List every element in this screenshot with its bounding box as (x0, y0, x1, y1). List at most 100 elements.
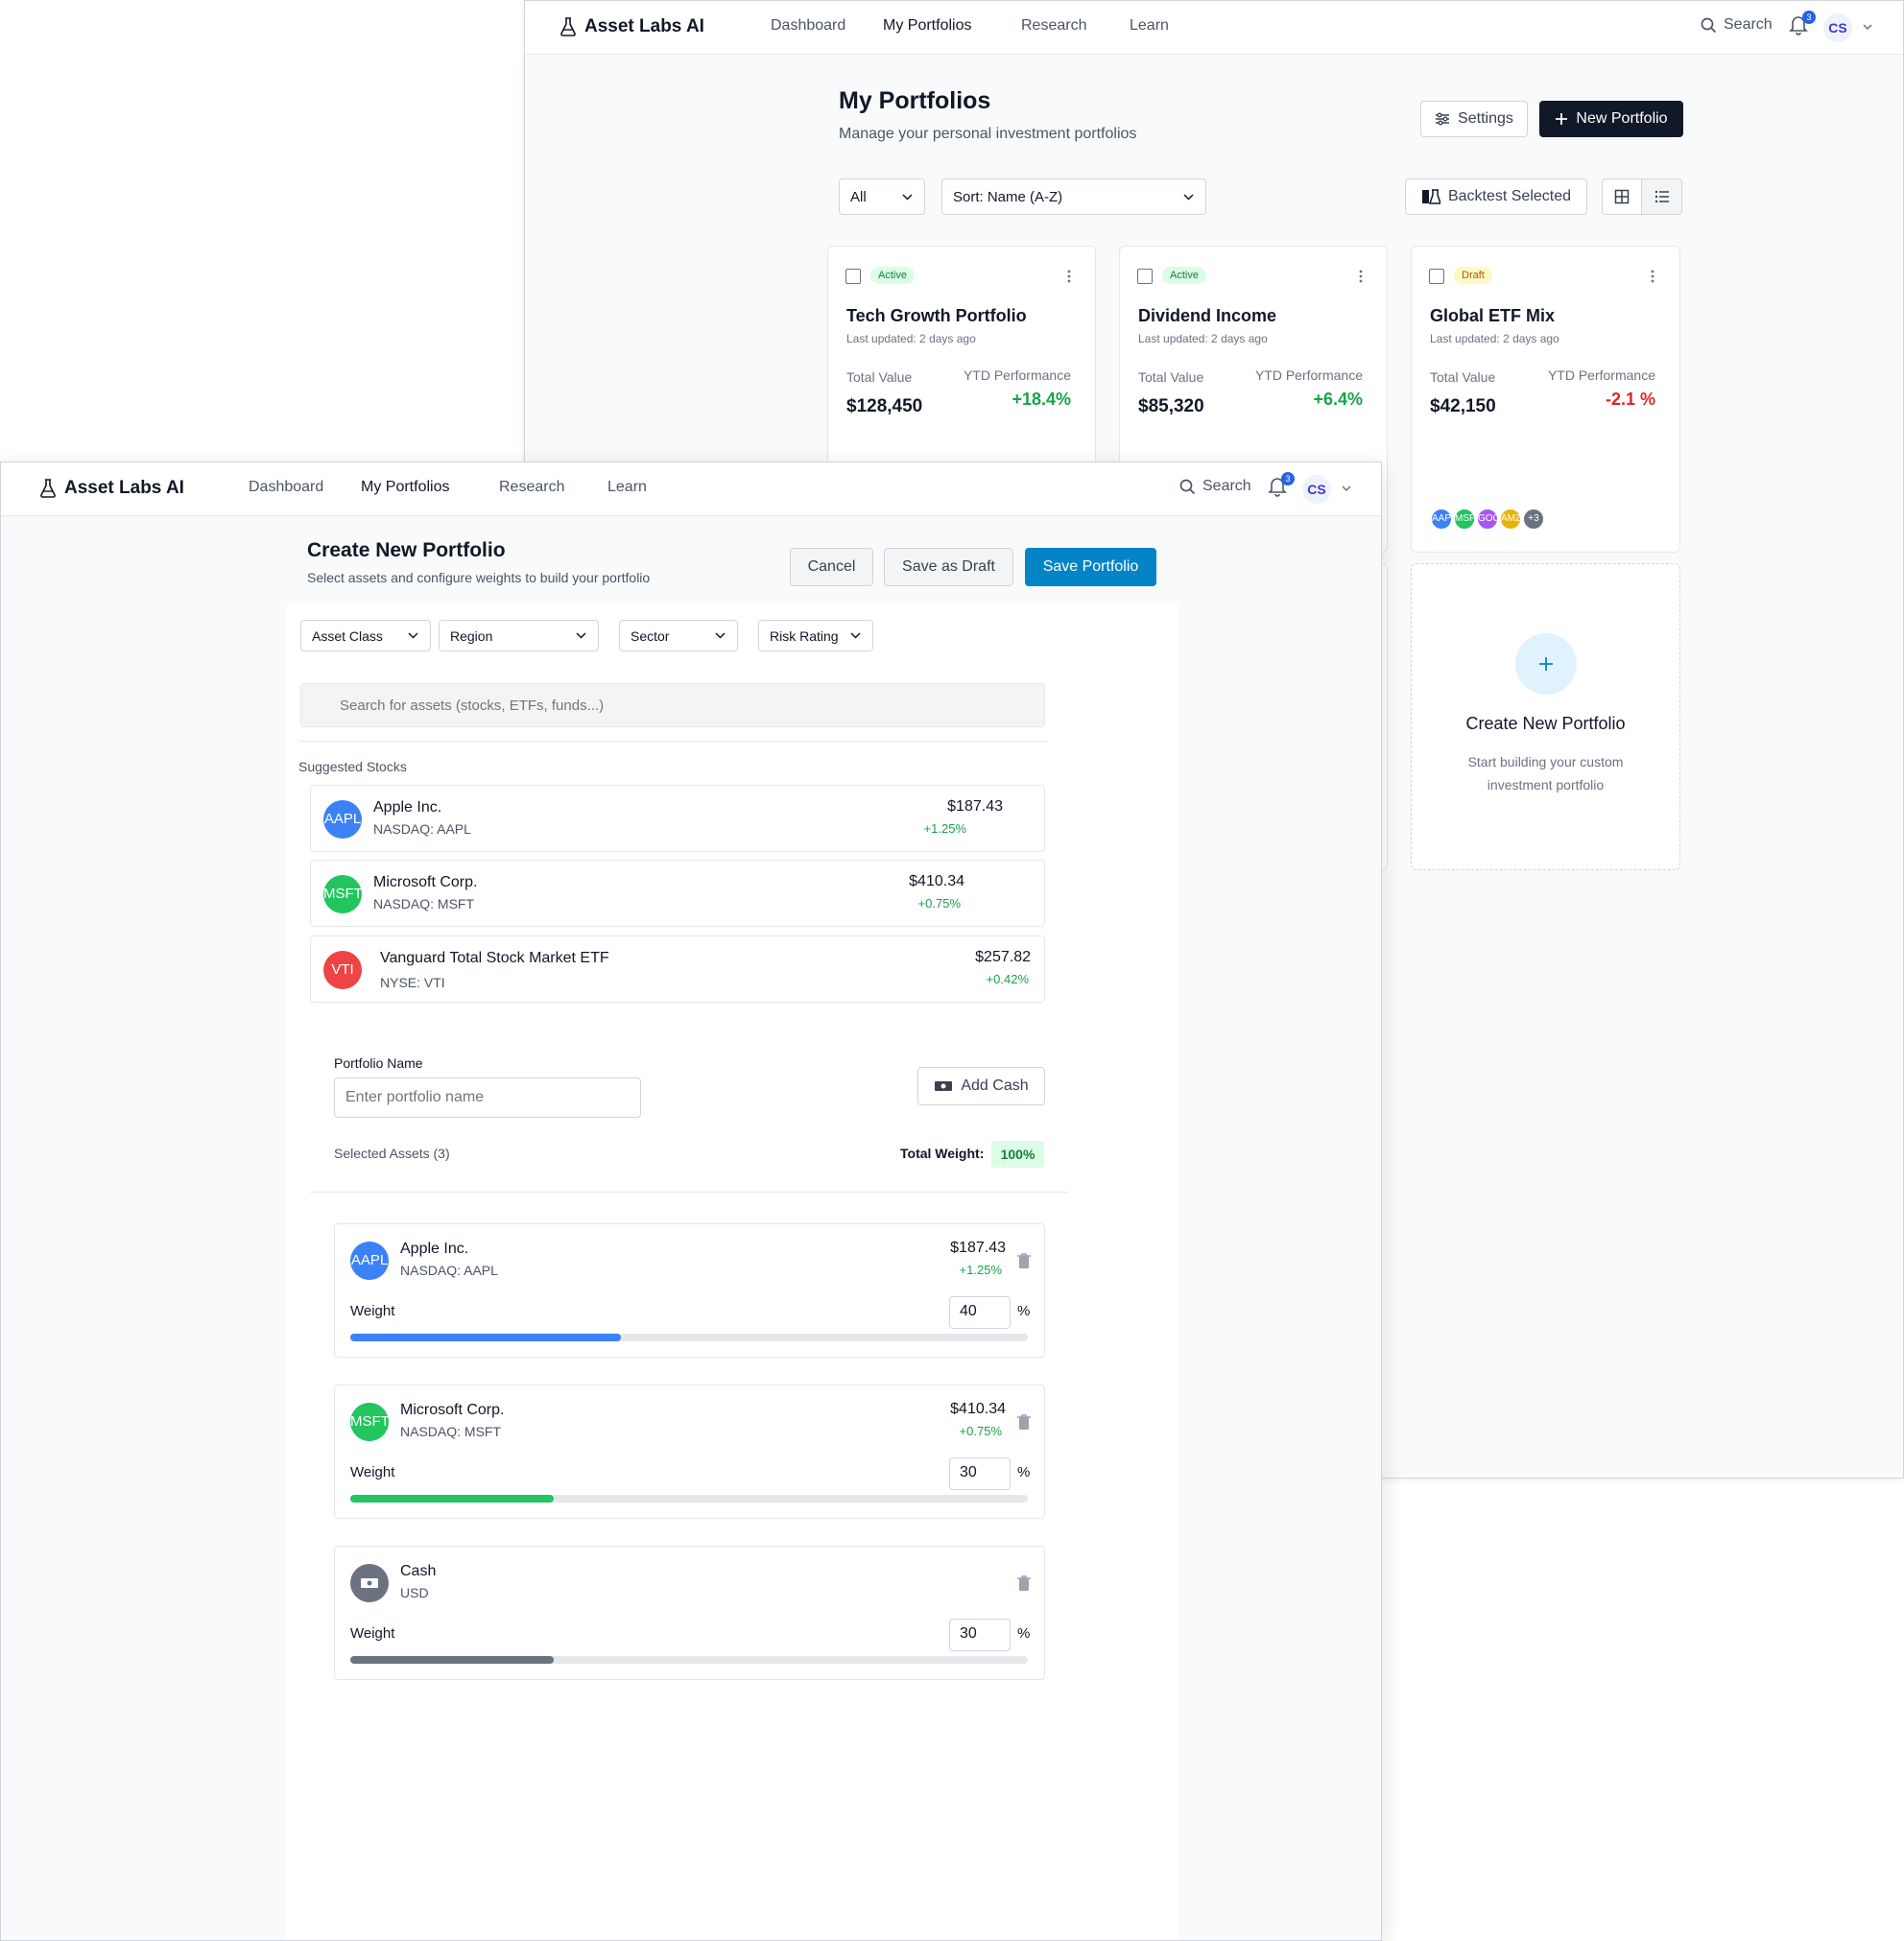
list-icon (1654, 190, 1669, 203)
brand[interactable]: Asset Labs AI (39, 478, 184, 499)
backtest-selected-button[interactable]: Backtest Selected (1405, 178, 1587, 215)
settings-button[interactable]: Settings (1420, 101, 1528, 137)
more-options-icon[interactable] (1061, 269, 1077, 284)
portfolio-name-label: Portfolio Name (334, 1055, 423, 1071)
weight-fill (350, 1495, 554, 1503)
asset-name: Microsoft Corp. (400, 1402, 505, 1418)
weight-fill (350, 1656, 554, 1664)
last-updated: Last updated: 2 days ago (1430, 332, 1559, 345)
trash-icon[interactable] (1016, 1413, 1032, 1431)
save-portfolio-button[interactable]: Save Portfolio (1025, 548, 1156, 586)
nav-learn[interactable]: Learn (607, 479, 647, 496)
status-filter[interactable]: All (839, 178, 925, 215)
weight-input[interactable]: 30 (949, 1619, 1011, 1651)
percent-sign: % (1017, 1464, 1031, 1480)
suggested-asset-row[interactable]: AAPL Apple Inc. NASDAQ: AAPL $187.43 +1.… (310, 785, 1045, 852)
weight-track[interactable] (350, 1495, 1028, 1503)
weight-input[interactable]: 30 (949, 1457, 1011, 1490)
page-subtitle: Select assets and configure weights to b… (307, 570, 651, 585)
sector-label: Sector (631, 627, 670, 644)
region-filter[interactable]: Region (439, 620, 599, 651)
asset-change: +0.42% (986, 972, 1029, 986)
nav-my-portfolios[interactable]: My Portfolios (883, 17, 971, 35)
chevron-down-icon (902, 193, 913, 201)
weight-label: Weight (350, 1464, 395, 1480)
asset-price: $257.82 (975, 949, 1031, 965)
sector-filter[interactable]: Sector (619, 620, 738, 651)
asset-class-label: Asset Class (312, 627, 383, 644)
select-checkbox[interactable] (1429, 269, 1444, 284)
risk-rating-label: Risk Rating (770, 627, 839, 644)
user-avatar[interactable]: CS (1823, 13, 1852, 42)
grid-view-button[interactable] (1602, 178, 1642, 215)
user-avatar[interactable]: CS (1302, 475, 1331, 504)
selected-asset-card: Cash USD Weight 30 % (334, 1546, 1045, 1680)
sliders-icon (1436, 112, 1450, 126)
nav-dashboard[interactable]: Dashboard (771, 17, 845, 35)
more-options-icon[interactable] (1353, 269, 1368, 284)
grid-icon (1614, 189, 1630, 204)
plus-icon (1556, 113, 1568, 125)
chevron-down-icon[interactable] (1861, 20, 1874, 34)
nav-research[interactable]: Research (1021, 17, 1086, 35)
asset-name: Cash (400, 1563, 437, 1579)
trash-icon[interactable] (1016, 1252, 1032, 1269)
chevron-down-icon (1183, 193, 1194, 201)
search-button[interactable]: Search (1179, 478, 1251, 495)
new-portfolio-button[interactable]: New Portfolio (1539, 101, 1683, 137)
brand[interactable]: Asset Labs AI (559, 16, 704, 37)
risk-rating-filter[interactable]: Risk Rating (758, 620, 873, 651)
asset-class-filter[interactable]: Asset Class (300, 620, 431, 651)
select-checkbox[interactable] (845, 269, 861, 284)
beaker-icon (1421, 189, 1440, 204)
more-options-icon[interactable] (1645, 269, 1660, 284)
notification-count: 3 (1281, 472, 1295, 485)
page-title: My Portfolios (839, 87, 991, 114)
save-draft-button[interactable]: Save as Draft (884, 548, 1013, 586)
total-weight-badge: 100% (991, 1141, 1044, 1168)
total-value-label: Total Value (1138, 369, 1204, 385)
ticker-logo: VTI (323, 951, 362, 989)
ticker-logo: MSFT (323, 875, 362, 913)
add-cash-button[interactable]: Add Cash (917, 1067, 1045, 1105)
asset-price: $187.43 (947, 798, 1003, 815)
total-value: $128,450 (846, 396, 923, 416)
ytd-performance: +18.4% (1012, 390, 1071, 409)
weight-fill (350, 1334, 622, 1341)
suggested-asset-row[interactable]: MSFT Microsoft Corp. NASDAQ: MSFT $410.3… (310, 860, 1045, 927)
notifications-button[interactable]: 3 (1268, 472, 1295, 501)
create-portfolio-card[interactable]: Create New Portfolio Start building your… (1411, 563, 1680, 870)
nav-research[interactable]: Research (499, 479, 564, 496)
trash-icon[interactable] (1016, 1574, 1032, 1592)
suggested-label: Suggested Stocks (298, 759, 407, 774)
suggested-asset-row[interactable]: VTI Vanguard Total Stock Market ETF NYSE… (310, 935, 1045, 1003)
asset-search-input[interactable] (300, 683, 1045, 727)
status-filter-value: All (850, 188, 867, 205)
nav-learn[interactable]: Learn (1130, 17, 1169, 35)
list-view-button[interactable] (1641, 178, 1682, 215)
notifications-button[interactable]: 3 (1789, 11, 1816, 39)
chevron-down-icon[interactable] (1340, 482, 1353, 495)
search-button[interactable]: Search (1701, 16, 1773, 34)
sort-select[interactable]: Sort: Name (A-Z) (941, 178, 1206, 215)
select-checkbox[interactable] (1137, 269, 1153, 284)
asset-exchange: NYSE: VTI (380, 975, 445, 990)
weight-track[interactable] (350, 1656, 1028, 1664)
portfolio-card[interactable]: Draft Global ETF Mix Last updated: 2 day… (1411, 246, 1680, 553)
ticker-logo: AAPL (350, 1242, 389, 1280)
ticker-logo: AAPL (323, 800, 362, 839)
asset-change: +1.25% (923, 821, 966, 836)
portfolio-name-input[interactable] (334, 1077, 641, 1118)
weight-input[interactable]: 40 (949, 1296, 1011, 1329)
divider (298, 741, 1047, 742)
weight-track[interactable] (350, 1334, 1028, 1341)
sort-value: Sort: Name (A-Z) (953, 188, 1063, 205)
asset-change: +0.75% (959, 1424, 1002, 1438)
nav-my-portfolios[interactable]: My Portfolios (361, 479, 449, 496)
last-updated: Last updated: 2 days ago (1138, 332, 1268, 345)
chevron-down-icon (850, 632, 861, 639)
nav-dashboard[interactable]: Dashboard (249, 479, 323, 496)
add-cash-label: Add Cash (961, 1077, 1029, 1094)
cancel-button[interactable]: Cancel (790, 548, 873, 586)
create-card-title: Create New Portfolio (1465, 714, 1626, 733)
